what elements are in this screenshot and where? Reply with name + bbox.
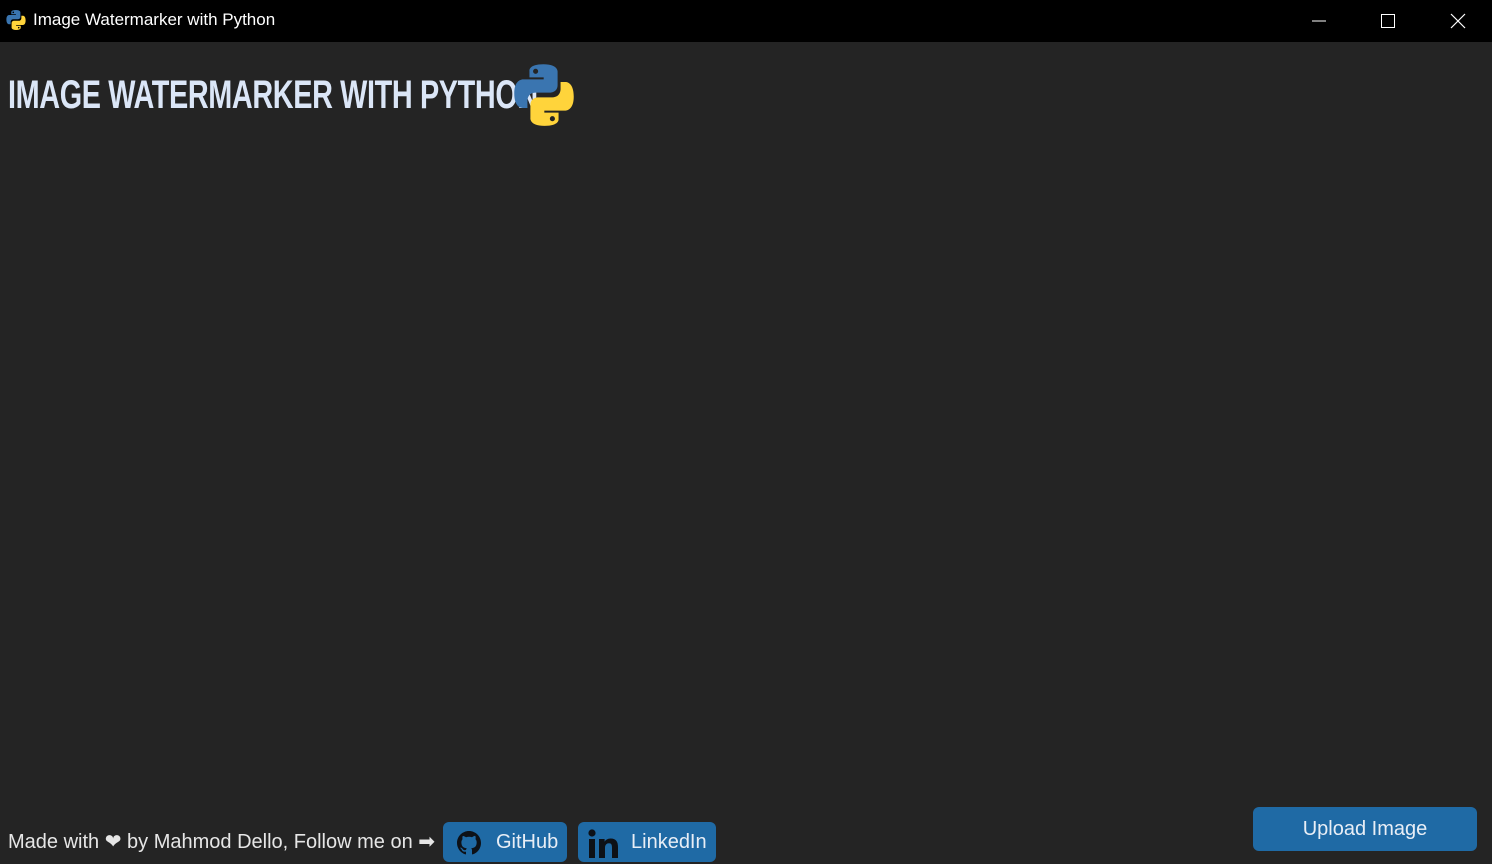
app-header: IMAGE WATERMARKER WITH PYTHON xyxy=(8,58,690,132)
credit-text: Made with ❤ by Mahmod Dello, Follow me o… xyxy=(8,831,436,853)
minimize-icon xyxy=(1312,20,1326,22)
github-label: GitHub xyxy=(496,831,559,853)
title-bar[interactable]: Image Watermarker with Python xyxy=(0,0,1492,42)
maximize-icon xyxy=(1381,14,1395,28)
app-heading: IMAGE WATERMARKER WITH PYTHON xyxy=(8,73,538,117)
github-button[interactable]: GitHub xyxy=(443,822,567,862)
linkedin-button[interactable]: LinkedIn xyxy=(578,822,716,862)
python-app-icon xyxy=(6,10,26,30)
linkedin-label: LinkedIn xyxy=(631,831,707,853)
window-title: Image Watermarker with Python xyxy=(33,10,276,29)
upload-image-button[interactable]: Upload Image xyxy=(1253,807,1477,851)
github-icon xyxy=(457,831,481,855)
app-window: Image Watermarker with Python IMAGE WATE… xyxy=(0,0,1492,864)
image-preview-area xyxy=(0,140,1492,800)
minimize-button[interactable] xyxy=(1284,0,1354,42)
linkedin-icon xyxy=(588,829,618,858)
maximize-button[interactable] xyxy=(1353,0,1423,42)
close-icon xyxy=(1450,13,1466,29)
close-button[interactable] xyxy=(1423,0,1492,42)
python-logo-icon xyxy=(514,64,574,126)
